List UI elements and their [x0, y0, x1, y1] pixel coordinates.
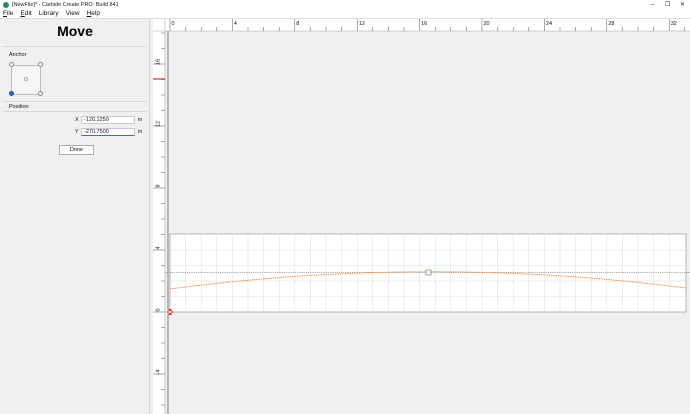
y-label: Y: [75, 129, 79, 135]
anchor-center[interactable]: [24, 77, 28, 81]
position-label: Position: [9, 104, 29, 110]
left-ruler: [153, 19, 165, 414]
window-title: [NewFile]* - Carbide Create PRO: Build 8…: [12, 1, 119, 8]
y-unit: in: [138, 129, 143, 135]
x-unit: in: [138, 117, 143, 123]
menu-library[interactable]: Library: [39, 10, 59, 17]
top-ruler-label: 12: [359, 21, 365, 27]
menu-bar: File Edit Library View Help: [0, 9, 690, 19]
top-ruler-label: 0: [172, 21, 175, 27]
top-ruler-label: 32: [671, 21, 677, 27]
top-ruler-label: 20: [484, 21, 490, 27]
y-position-input[interactable]: -270.7500: [81, 128, 135, 136]
anchor-top-right[interactable]: [38, 62, 43, 67]
menu-help[interactable]: Help: [87, 10, 100, 17]
top-ruler-label: 8: [296, 21, 299, 27]
divider: [3, 46, 147, 47]
app-logo-icon: [3, 1, 9, 8]
left-ruler-label: -4: [156, 370, 162, 375]
left-ruler-label: 12: [156, 121, 162, 127]
anchor-bottom-left[interactable]: [9, 91, 14, 96]
anchor-top-left[interactable]: [9, 62, 14, 67]
x-position-input[interactable]: -120.1250: [81, 116, 135, 124]
top-ruler-label: 16: [421, 21, 427, 27]
left-ruler-label: 8: [156, 184, 162, 187]
close-button[interactable]: ✕: [675, 0, 690, 9]
canvas-svg[interactable]: 0 4 8 12 16 20 24 28 32 16 12 8 4 0 -4: [153, 19, 690, 414]
selection-handle[interactable]: [425, 269, 432, 276]
menu-file[interactable]: File: [3, 10, 14, 17]
top-ruler-label: 24: [546, 21, 552, 27]
app-window: [NewFile]* - Carbide Create PRO: Build 8…: [0, 0, 690, 414]
panel-title: Move: [57, 23, 93, 39]
window-controls: – ❐ ✕: [645, 0, 690, 9]
design-canvas[interactable]: 0 4 8 12 16 20 24 28 32 16 12 8 4 0 -4: [153, 19, 690, 414]
left-ruler-label: 0: [156, 308, 162, 311]
done-button[interactable]: Done: [59, 145, 94, 155]
divider: [3, 111, 147, 112]
anchor-label: Anchor: [9, 52, 27, 58]
title-bar: [NewFile]* - Carbide Create PRO: Build 8…: [0, 0, 690, 9]
move-panel: Move Anchor Position X -120.1250 in Y -2…: [0, 19, 150, 414]
minimize-button[interactable]: –: [645, 0, 660, 9]
x-label: X: [75, 117, 79, 123]
menu-view[interactable]: View: [66, 10, 80, 17]
left-ruler-label: 4: [156, 246, 162, 249]
anchor-bottom-right[interactable]: [38, 91, 43, 96]
top-ruler-label: 28: [608, 21, 614, 27]
divider: [3, 101, 147, 102]
origin-icon: [166, 309, 174, 315]
maximize-button[interactable]: ❐: [660, 0, 675, 9]
canvas-background: [153, 19, 690, 414]
top-ruler-label: 4: [234, 21, 237, 27]
menu-edit[interactable]: Edit: [21, 10, 32, 17]
left-ruler-label: 16: [156, 59, 162, 65]
